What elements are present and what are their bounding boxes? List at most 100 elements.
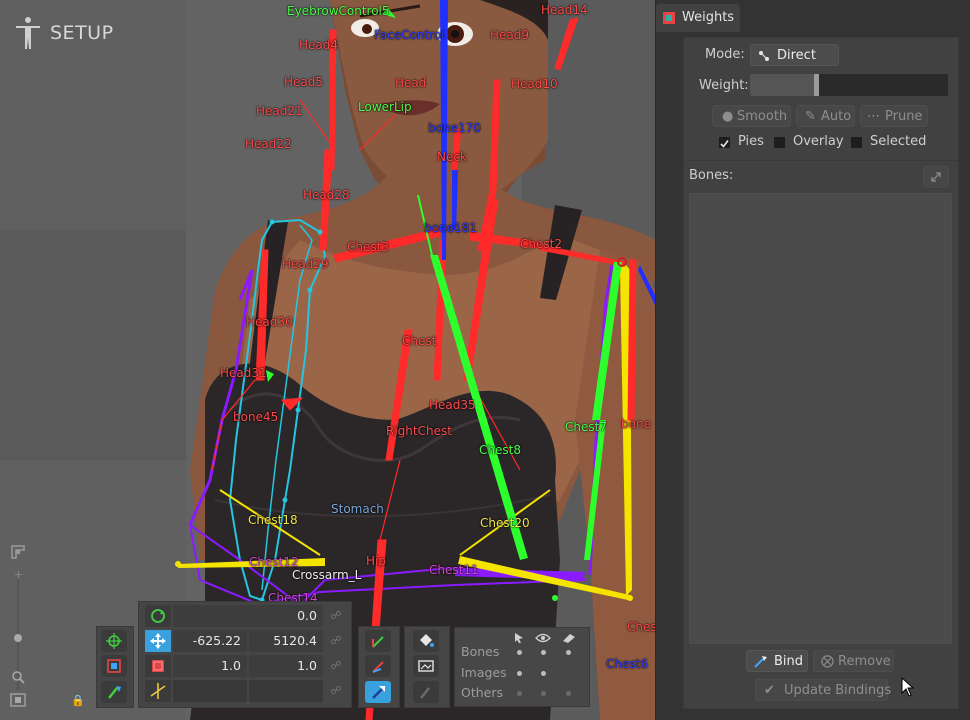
bone-label[interactable]: Ches — [627, 620, 655, 634]
key-icon[interactable] — [561, 632, 577, 644]
rotate-tool-button[interactable] — [101, 630, 127, 652]
images-select-dot[interactable] — [517, 671, 522, 676]
rotate-row-button[interactable] — [145, 605, 171, 627]
bone-label[interactable]: EyebrowControl5 — [287, 4, 390, 18]
bone-label[interactable]: Chest3 — [347, 240, 389, 254]
bone-label[interactable]: Chest12 — [249, 555, 299, 569]
pose-tool-button[interactable] — [101, 681, 127, 703]
bone-label[interactable]: Chest20 — [480, 516, 530, 530]
frame-view-icon[interactable] — [10, 693, 26, 707]
bone-label[interactable]: Head29 — [282, 257, 329, 271]
visibility-row-bones: Bones — [461, 644, 500, 659]
smooth-button[interactable]: ● Smooth — [712, 105, 791, 127]
bind-button[interactable]: Bind — [746, 650, 808, 672]
bone-label[interactable]: Chest7 — [565, 420, 607, 434]
bone-label[interactable]: RightChest — [386, 424, 452, 438]
shear-lock-icon[interactable]: ☍ — [327, 680, 345, 702]
bone-label[interactable]: Stomach — [331, 502, 384, 516]
bone-label[interactable]: Head5 — [284, 75, 323, 89]
bone-label[interactable]: Chest8 — [479, 443, 521, 457]
bone-label[interactable]: Head9 — [490, 28, 529, 42]
bone-label[interactable]: Chest — [402, 334, 436, 348]
bone-label[interactable]: Chest2 — [520, 237, 562, 251]
selected-checkbox[interactable] — [851, 137, 862, 148]
bone-label[interactable]: Head30 — [246, 315, 293, 329]
parent-axes-button[interactable] — [365, 655, 391, 677]
bone-label[interactable]: Head31 — [220, 366, 267, 380]
paint-bucket-icon — [420, 634, 434, 647]
bone-label[interactable]: Head35 — [429, 398, 476, 412]
scale-y-field[interactable]: 1.0 — [249, 655, 323, 677]
others-key-dot[interactable] — [566, 691, 571, 696]
bones-expand-button[interactable] — [923, 166, 949, 188]
scale-x-field[interactable]: 1.0 — [173, 655, 247, 677]
bones-select-dot[interactable] — [517, 650, 522, 655]
bones-visible-dot[interactable] — [541, 650, 546, 655]
scale-lock-icon[interactable]: ☍ — [327, 655, 345, 677]
weight-slider[interactable] — [750, 74, 948, 96]
pies-checkbox[interactable] — [719, 137, 730, 148]
bones-list[interactable] — [689, 193, 952, 644]
translate-tool-button[interactable] — [101, 655, 127, 677]
remove-button[interactable]: ⨂ Remove — [813, 650, 894, 672]
mode-dropdown[interactable]: Direct — [750, 44, 839, 66]
bone-label[interactable]: bone45 — [233, 410, 278, 424]
fit-view-icon[interactable] — [11, 545, 25, 559]
bone-label[interactable]: bone — [621, 417, 651, 431]
compensate-images-button[interactable] — [413, 655, 439, 677]
overlay-checkbox[interactable] — [774, 137, 785, 148]
bone-label[interactable]: bone181 — [424, 221, 477, 235]
auto-button[interactable]: ✎ Auto — [796, 105, 855, 127]
translate-x-field[interactable]: -625.22 — [173, 630, 247, 652]
scale-row-button[interactable] — [145, 655, 171, 677]
shear-row-button[interactable] — [145, 680, 171, 702]
world-axes-button[interactable] — [365, 681, 391, 703]
images-visible-dot[interactable] — [541, 671, 546, 676]
bone-label[interactable]: FaceControl — [374, 28, 445, 42]
bone-label[interactable]: Chest6 — [606, 657, 648, 671]
bone-label[interactable]: Head10 — [511, 77, 558, 91]
bone-label[interactable]: LowerLip — [358, 100, 412, 114]
shear-y-field[interactable] — [249, 680, 323, 702]
weights-panel-body: Mode: Direct Weight: ● Smooth ✎ Auto ⋯ P… — [683, 37, 959, 709]
bone-label[interactable]: Head — [395, 76, 426, 90]
shear-x-field[interactable] — [173, 680, 247, 702]
bone-label[interactable]: Neck — [437, 150, 467, 164]
bone-label[interactable]: Head4 — [299, 38, 338, 52]
bone-label[interactable]: bone170 — [428, 121, 481, 135]
zoom-slider-knob[interactable] — [14, 634, 22, 642]
pointer-icon[interactable] — [513, 632, 525, 644]
translate-lock-icon[interactable]: ☍ — [327, 630, 345, 652]
transform-values: 0.0 ☍ -625.22 5120.4 ☍ 1.0 1.0 ☍ ☍ — [138, 601, 352, 708]
pose-mode-button[interactable] — [413, 681, 439, 703]
local-axes-button[interactable] — [365, 630, 391, 652]
transform-tools — [96, 626, 134, 708]
bone-label[interactable]: Head22 — [245, 137, 292, 151]
eye-icon[interactable] — [535, 632, 551, 644]
bone-label[interactable]: Crossarm_L — [292, 568, 361, 582]
bone-label[interactable]: Head14 — [541, 3, 588, 17]
rotation-lock-icon[interactable]: ☍ — [327, 605, 345, 627]
translate-y-field[interactable]: 5120.4 — [249, 630, 323, 652]
compensate-bones-button[interactable] — [413, 630, 439, 652]
bone-label[interactable]: Hip — [366, 554, 386, 568]
rotation-field[interactable]: 0.0 — [173, 605, 323, 627]
translate-row-button[interactable] — [145, 630, 171, 652]
prune-button[interactable]: ⋯ Prune — [860, 105, 928, 127]
mode-title: SETUP — [50, 22, 114, 44]
update-bindings-button[interactable]: ✔ Update Bindings — [755, 679, 891, 701]
bone-label[interactable]: Head28 — [303, 188, 350, 202]
bones-key-dot[interactable] — [566, 650, 571, 655]
bone-create-icon — [107, 659, 121, 673]
magnifier-icon[interactable] — [11, 670, 25, 684]
axes-world-icon — [372, 686, 385, 699]
others-select-dot[interactable] — [517, 691, 522, 696]
others-visible-dot[interactable] — [541, 691, 546, 696]
viewport[interactable]: SETUP EyebrowControl5 Head14 Head4 FaceCont… — [0, 0, 655, 720]
lock-icon[interactable]: 🔒 — [71, 694, 85, 707]
bone-label[interactable]: Chest11 — [429, 563, 479, 577]
bone-label[interactable]: Head21 — [256, 104, 303, 118]
bone-label[interactable]: Chest18 — [248, 513, 298, 527]
weights-tab[interactable]: Weights — [656, 4, 740, 32]
weight-slider-grip[interactable] — [814, 74, 820, 96]
